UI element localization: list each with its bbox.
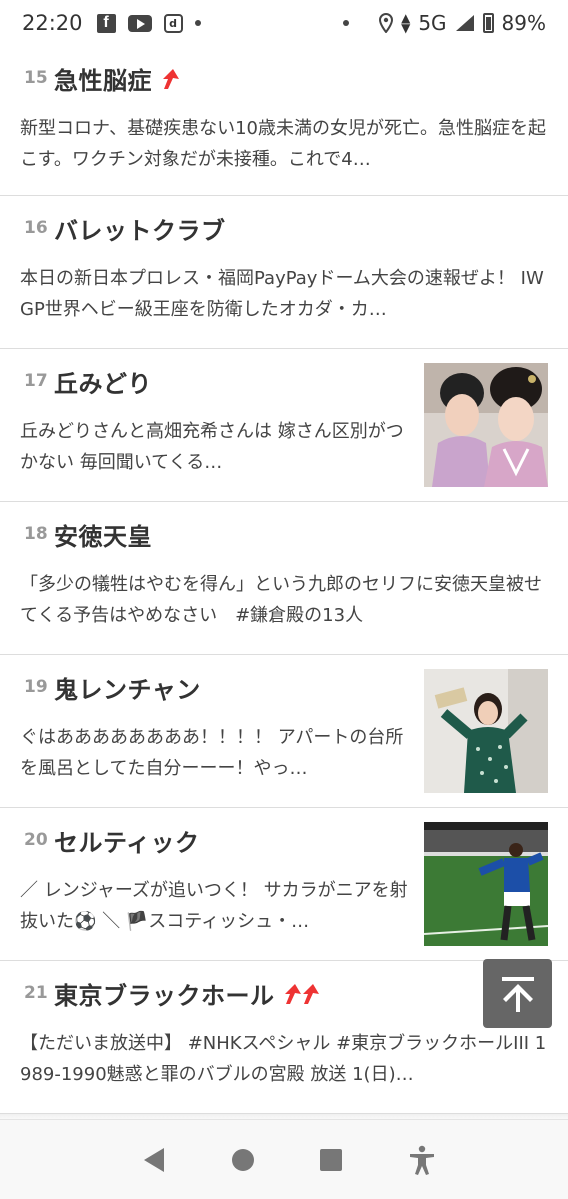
trend-title: 丘みどり — [54, 369, 152, 398]
trend-description: 「多少の犠牲はやむを得ん」という九郎のセリフに安徳天皇被せてくる予告はやめなさい… — [20, 574, 542, 626]
trend-description: 丘みどりさんと高畑充希さんは 嫁さん区別がつかない 毎回聞いてくる… — [20, 421, 404, 473]
youtube-icon — [127, 14, 152, 32]
trend-title: バレットクラブ — [54, 216, 226, 245]
trend-item-16[interactable]: 16 バレットクラブ 本日の新日本プロレス・福岡PayPayドーム大会の速報ぜよ… — [0, 196, 568, 349]
trend-item-20[interactable]: 20 セルティック ／ レンジャーズが追いつく！ サカラがニアを射抜いた⚽ ＼ … — [0, 808, 568, 961]
home-icon[interactable] — [231, 1148, 255, 1172]
trend-rank: 17 — [24, 371, 48, 391]
system-nav-bar — [0, 1119, 568, 1199]
trend-description: ぐはああああああああ！！！！ アパートの台所を風呂としてた自分ーーー！やっ… — [20, 727, 404, 779]
notification-dot-icon — [194, 20, 201, 26]
trend-up-arrow-icon — [160, 66, 182, 91]
recents-icon[interactable] — [319, 1148, 343, 1172]
trend-description: ／ レンジャーズが追いつく！ サカラがニアを射抜いた⚽ ＼ 🏴スコティッシュ・… — [20, 880, 408, 932]
accessibility-icon[interactable] — [408, 1145, 436, 1175]
back-to-top-button[interactable] — [483, 959, 552, 1028]
signal-icon — [455, 15, 474, 31]
data-arrows-icon: ▲ ▼ — [401, 11, 411, 35]
soccer-player-photo[interactable] — [424, 822, 548, 946]
location-icon — [379, 13, 394, 33]
status-time: 22:20 — [22, 11, 83, 35]
trend-item-15[interactable]: 15 急性脳症 新型コロナ、基礎疾患ない10歳未満の女児が死亡。急性脳症を起こす… — [0, 46, 568, 196]
trend-double-up-arrow-icon — [283, 981, 323, 1006]
trend-rank: 15 — [24, 68, 48, 88]
trend-item-18[interactable]: 18 安徳天皇 「多少の犠牲はやむを得ん」という九郎のセリフに安徳天皇被せてくる… — [0, 502, 568, 655]
trend-rank: 16 — [24, 218, 48, 238]
d-app-icon: d — [163, 13, 183, 33]
trend-item-19[interactable]: 19 鬼レンチャン ぐはああああああああ！！！！ アパートの台所を風呂としてた自… — [0, 655, 568, 808]
trend-rank: 20 — [24, 830, 48, 850]
back-icon[interactable] — [142, 1147, 166, 1173]
trend-description: 新型コロナ、基礎疾患ない10歳未満の女児が死亡。急性脳症を起こす。ワクチン対象だ… — [20, 118, 547, 170]
status-bar: 22:20 f d ▲ ▼ 5G 89% — [0, 0, 568, 46]
arrow-up-to-line-icon — [501, 976, 534, 1012]
trend-title: セルティック — [54, 828, 200, 857]
woman-green-dress-photo[interactable] — [424, 669, 548, 793]
network-type: 5G — [418, 11, 447, 35]
trend-item-17[interactable]: 17 丘みどり 丘みどりさんと高畑充希さんは 嫁さん区別がつかない 毎回聞いてく… — [0, 349, 568, 502]
trend-description: 本日の新日本プロレス・福岡PayPayドーム大会の速報ぜよ！ IWGP世界ヘビー… — [20, 268, 544, 320]
battery-icon — [482, 13, 494, 33]
trend-title: 安徳天皇 — [54, 522, 152, 551]
facebook-icon: f — [96, 13, 116, 33]
trend-rank: 21 — [24, 983, 48, 1003]
notification-dot-icon — [343, 20, 350, 26]
trend-rank: 19 — [24, 677, 48, 697]
trend-title: 急性脳症 — [54, 66, 152, 95]
trend-description: 【ただいま放送中】 #NHKスペシャル #東京ブラックホールIII 1989-1… — [20, 1033, 547, 1085]
two-women-kimono-photo[interactable] — [424, 363, 548, 487]
trend-rank: 18 — [24, 524, 48, 544]
battery-percent: 89% — [501, 11, 546, 35]
trend-title: 鬼レンチャン — [54, 675, 201, 704]
trend-title: 東京ブラックホール — [54, 981, 275, 1010]
trend-list: 15 急性脳症 新型コロナ、基礎疾患ない10歳未満の女児が死亡。急性脳症を起こす… — [0, 46, 568, 1114]
